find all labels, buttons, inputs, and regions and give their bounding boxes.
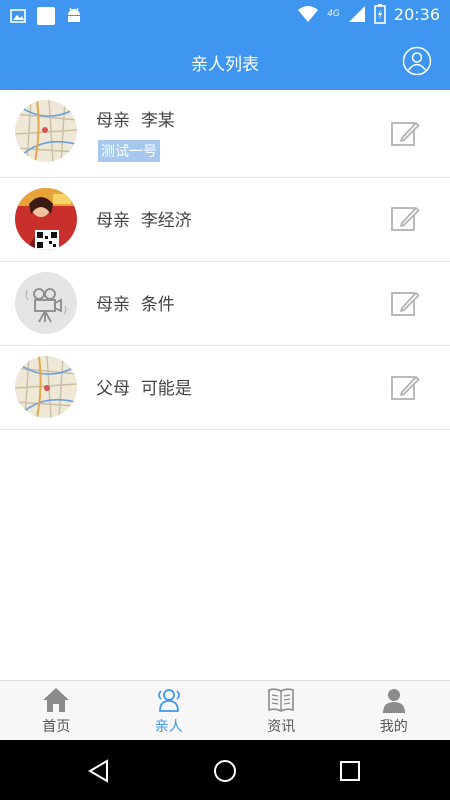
contact-row[interactable]: 母亲 李某 测试一号: [0, 90, 450, 178]
contact-name: 母亲 条件: [96, 295, 175, 315]
back-icon[interactable]: [86, 758, 112, 784]
edit-icon[interactable]: [390, 204, 420, 234]
edit-icon[interactable]: [390, 289, 420, 319]
status-bar-left: [10, 6, 82, 26]
app-header: 亲人列表: [0, 32, 450, 90]
home-nav-icon[interactable]: [212, 758, 238, 784]
app-icon: [37, 7, 55, 25]
edit-icon[interactable]: [390, 119, 420, 149]
map-avatar: [15, 100, 77, 162]
contact-tag: 测试一号: [98, 140, 160, 162]
contact-row[interactable]: 父母 可能是: [0, 346, 450, 430]
edit-icon[interactable]: [390, 373, 420, 403]
battery-icon: [374, 4, 386, 24]
contact-list: 母亲 李某 测试一号 母亲 李经济 母亲 条件 父母 可能是: [0, 90, 450, 430]
contact-name: 父母 可能是: [96, 379, 192, 399]
system-nav-bar: [0, 740, 450, 800]
contact-row[interactable]: 母亲 李经济: [0, 178, 450, 262]
tab-label: 亲人: [154, 719, 183, 735]
status-bar-right: 4G 20:36: [297, 4, 440, 24]
status-time: 20:36: [393, 4, 440, 24]
user-circle-icon[interactable]: [402, 46, 432, 76]
bottom-tab-bar: 首页 亲人 资讯 我的: [0, 680, 450, 740]
promo-qr-avatar: [15, 188, 77, 250]
book-icon: [268, 688, 295, 712]
contact-row[interactable]: 母亲 条件: [0, 262, 450, 346]
people-icon: [157, 689, 180, 712]
android-icon: [68, 7, 80, 22]
contact-name: 母亲 李经济: [96, 211, 192, 231]
recents-icon[interactable]: [337, 758, 363, 784]
page-title: 亲人列表: [191, 55, 259, 75]
contact-name: 母亲 李某: [96, 111, 175, 131]
tab-mine[interactable]: 我的: [338, 681, 450, 740]
person-icon: [382, 689, 405, 713]
tab-label: 我的: [379, 719, 408, 735]
tab-label: 资讯: [267, 719, 296, 735]
wifi-icon: [298, 6, 319, 22]
tab-family[interactable]: 亲人: [113, 681, 226, 740]
tab-label: 首页: [42, 719, 71, 735]
network-type: 4G: [327, 9, 340, 19]
home-icon: [43, 688, 70, 712]
tab-home[interactable]: 首页: [0, 681, 113, 740]
image-icon: [10, 9, 26, 23]
status-bar: 4G 20:36: [0, 0, 450, 32]
camera-avatar: [15, 272, 77, 334]
map-avatar: [15, 356, 77, 418]
signal-icon: [348, 6, 365, 22]
tab-news[interactable]: 资讯: [225, 681, 338, 740]
